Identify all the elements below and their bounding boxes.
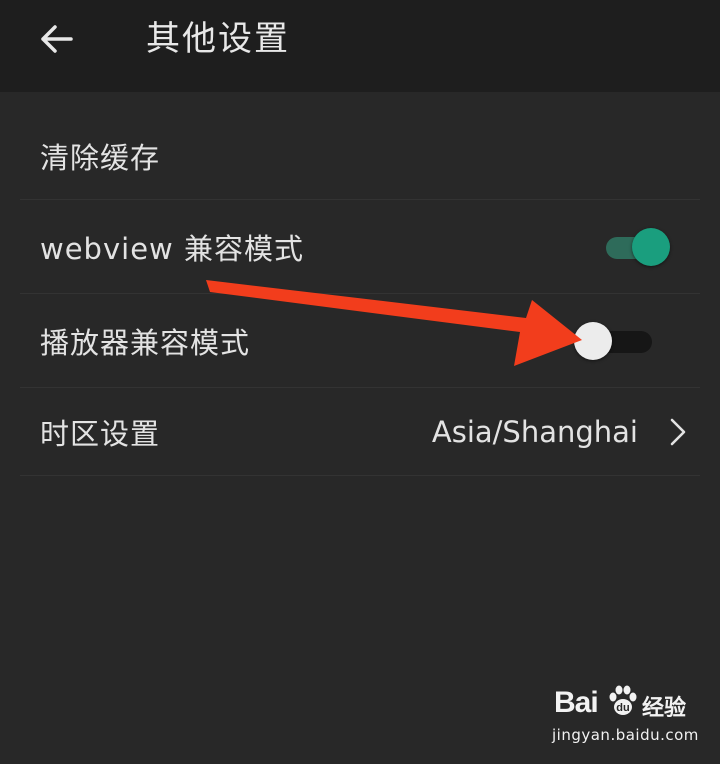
- chevron-right-icon: [666, 415, 690, 449]
- settings-screen: 其他设置 清除缓存 webview 兼容模式 播放器兼容模式 时区设置 Asia…: [0, 0, 720, 764]
- player-compat-row[interactable]: 播放器兼容模式: [20, 294, 700, 388]
- timezone-value: Asia/Shanghai: [431, 414, 638, 449]
- webview-compat-switch[interactable]: [606, 226, 670, 266]
- timezone-row[interactable]: 时区设置 Asia/Shanghai: [20, 388, 700, 476]
- watermark-url: jingyan.baidu.com: [552, 726, 699, 744]
- webview-compat-label: webview 兼容模式: [40, 231, 304, 266]
- page-title: 其他设置: [146, 19, 290, 59]
- clear-cache-label: 清除缓存: [40, 140, 161, 175]
- paw-icon: du: [609, 685, 637, 715]
- back-button[interactable]: [28, 14, 84, 64]
- svg-text:du: du: [616, 702, 629, 714]
- timezone-label: 时区设置: [40, 416, 161, 451]
- watermark-logo-text: Bai: [554, 686, 599, 719]
- switch-thumb: [574, 322, 612, 360]
- switch-thumb: [632, 228, 670, 266]
- clear-cache-row[interactable]: 清除缓存: [20, 112, 700, 200]
- watermark-jingyan-text: 经验: [642, 696, 687, 721]
- player-compat-label: 播放器兼容模式: [40, 325, 251, 360]
- baidu-watermark: Bai du 经验 jingyan.baidu.com: [548, 684, 708, 750]
- arrow-left-icon: [41, 25, 73, 53]
- webview-compat-row[interactable]: webview 兼容模式: [20, 200, 700, 294]
- player-compat-switch[interactable]: [574, 320, 654, 360]
- app-bar: 其他设置: [0, 0, 720, 92]
